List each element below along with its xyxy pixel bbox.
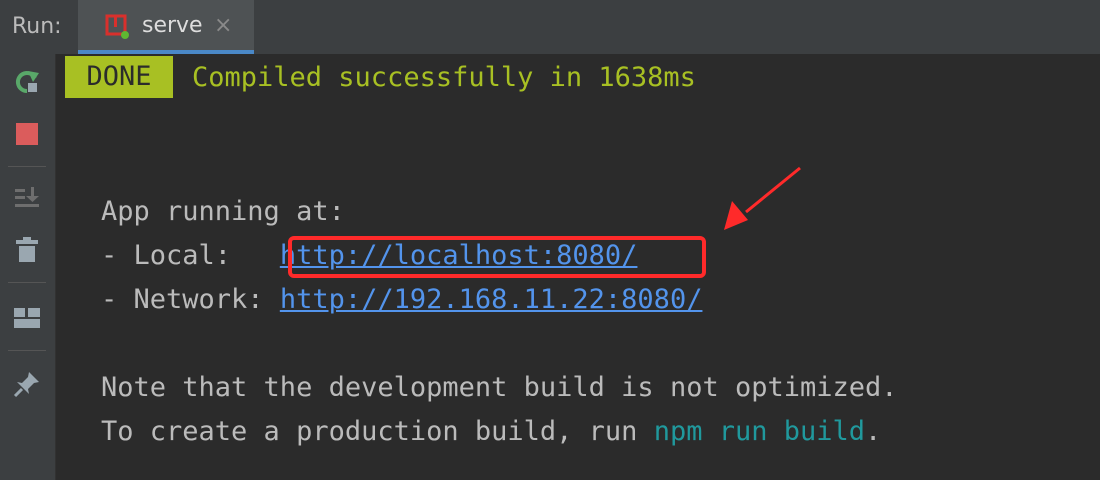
rerun-icon [15, 71, 39, 94]
network-line: - Network: http://192.168.11.22:8080/ [101, 280, 702, 320]
run-label: Run: [12, 14, 62, 39]
network-label: - Network: [101, 284, 280, 315]
npm-command: npm run build [653, 416, 866, 447]
tab-serve[interactable]: serve × [78, 0, 254, 54]
clear-all-button[interactable] [9, 232, 45, 268]
close-icon[interactable]: × [214, 11, 232, 41]
scroll-to-end-icon [15, 187, 39, 207]
local-label: - Local: [101, 240, 280, 271]
pin-icon [13, 372, 39, 398]
toolbar-divider [8, 166, 46, 167]
annotation-highlight-box [288, 236, 706, 278]
rerun-button[interactable] [9, 64, 45, 100]
run-tool-window: Run: serve × DONE Compiled successfully … [0, 0, 1100, 480]
production-build-text: To create a production build, run [101, 416, 654, 447]
run-toolbar [0, 54, 56, 480]
trash-icon [16, 237, 38, 262]
pin-button[interactable] [9, 366, 45, 402]
scroll-to-end-button[interactable] [9, 180, 45, 216]
layout-icon [14, 308, 40, 328]
stop-icon [16, 123, 38, 145]
period: . [865, 416, 882, 447]
toolbar-divider [8, 350, 46, 351]
npm-run-icon [105, 14, 129, 39]
production-build-line: To create a production build, run npm ru… [101, 412, 881, 452]
layout-button[interactable] [9, 300, 45, 336]
run-header: Run: serve × [0, 0, 1100, 54]
done-badge: DONE [65, 56, 173, 98]
app-running-line: App running at: [101, 196, 345, 227]
network-url-link[interactable]: http://192.168.11.22:8080/ [280, 284, 703, 315]
toolbar-divider [8, 282, 46, 283]
note-line: Note that the development build is not o… [101, 372, 898, 403]
compiled-message: Compiled successfully in 1638ms [192, 62, 696, 93]
stop-button[interactable] [9, 116, 45, 152]
tab-label: serve [142, 13, 203, 38]
console-output[interactable]: DONE Compiled successfully in 1638ms App… [56, 54, 1100, 480]
